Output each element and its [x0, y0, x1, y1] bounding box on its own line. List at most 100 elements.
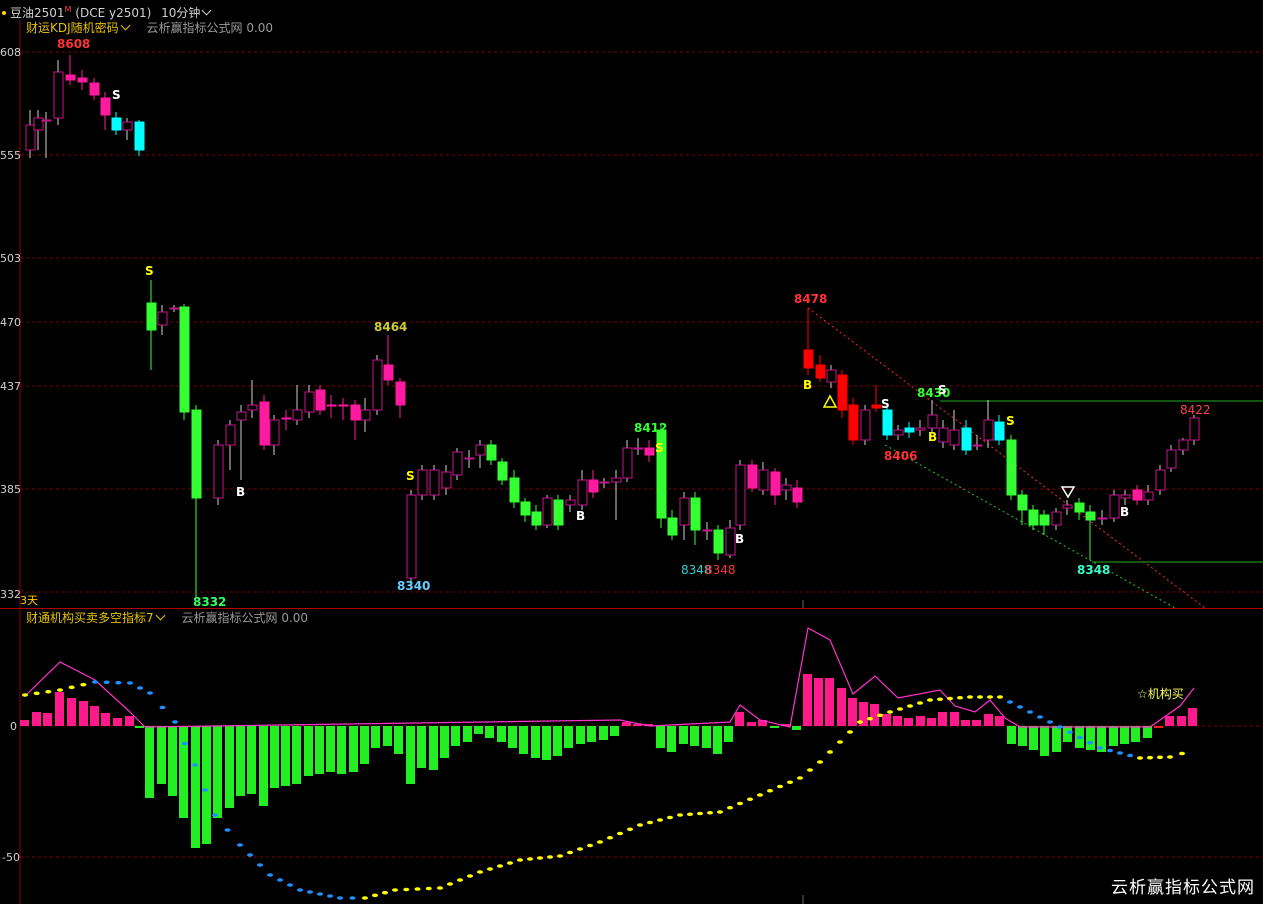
candle-body [848, 404, 859, 441]
signal-dot [33, 691, 40, 696]
indicator-bar [792, 726, 801, 730]
indicator-bar [667, 726, 676, 752]
candle-body [509, 477, 520, 503]
signal-dot [425, 886, 432, 891]
candle-body [1017, 494, 1028, 511]
signal-dot [1127, 753, 1133, 758]
signal-dot [667, 815, 673, 820]
candle-body [904, 427, 915, 433]
buy-signal: B [928, 430, 937, 444]
indicator-bar [542, 726, 551, 760]
signal-dot [1027, 710, 1033, 714]
indicator-bar [961, 720, 970, 726]
signal-dot [159, 705, 166, 710]
candle-body [725, 527, 736, 556]
candle-body [191, 409, 202, 499]
signal-dot [307, 890, 313, 894]
candle-body [89, 82, 100, 96]
signal-dot [927, 698, 933, 702]
candle-body [893, 429, 904, 436]
signal-dot [1097, 746, 1103, 750]
signal-dot [437, 886, 443, 890]
indicator-bar [553, 726, 562, 756]
candle-body [360, 409, 371, 421]
candle-body [1074, 502, 1085, 513]
indicator-bar [508, 726, 517, 748]
candle-body [269, 419, 280, 446]
indicator-bar [814, 678, 823, 726]
candle-body [747, 464, 758, 489]
candle-body [871, 404, 882, 409]
triangle-up-icon [822, 394, 838, 408]
candle-body [475, 444, 486, 456]
indicator-bar [1052, 726, 1061, 752]
signal-dot [857, 720, 863, 724]
indicator-bar [1120, 726, 1129, 744]
sell-signal: S [1006, 414, 1015, 428]
signal-dot [557, 854, 563, 858]
candle-body [949, 429, 960, 446]
chart-canvas[interactable]: 608 555 503 470 437 385 332 0 -50 3天 860… [0, 0, 1263, 904]
indicator-bar [349, 726, 358, 772]
price-label: 8478 [794, 292, 827, 306]
signal-dot [137, 686, 143, 690]
indicator-bar [32, 712, 41, 726]
candle-body [441, 471, 452, 489]
candle-body [915, 427, 926, 431]
candle-body [927, 414, 938, 429]
signal-dot [182, 741, 188, 746]
candle-body [938, 427, 949, 443]
indicator-bar [1018, 726, 1027, 746]
candle-body [633, 447, 644, 450]
candle-body [1166, 449, 1177, 469]
indicator-bar [145, 726, 154, 798]
signal-dot [597, 840, 603, 844]
buy-signal: B [1120, 505, 1129, 519]
signal-dot [717, 810, 723, 814]
candle-body [815, 364, 826, 379]
indicator-bar [270, 726, 279, 788]
y-tick-label: 470 [0, 316, 21, 329]
candle-body [41, 119, 52, 122]
candle-body [531, 511, 542, 526]
signal-dot [247, 853, 253, 857]
y-tick-label: 503 [0, 252, 21, 265]
indicator-bar [1188, 708, 1197, 726]
indicator-bar [576, 726, 585, 744]
candle-body [599, 481, 610, 484]
signal-dot [382, 890, 388, 895]
signal-dot [1167, 755, 1173, 759]
y-tick-label: 385 [0, 483, 21, 496]
signal-dot [937, 697, 943, 702]
indicator-bar [984, 714, 993, 726]
indicator-bar [179, 726, 188, 818]
indicator-bar [315, 726, 324, 774]
indicator-bar [916, 716, 925, 726]
signal-dot [115, 680, 122, 685]
candle-body [588, 479, 599, 493]
sell-signal: S [881, 397, 890, 411]
indicator-bar [938, 712, 947, 726]
indicator-bar [599, 726, 608, 740]
indicator-bar [1154, 726, 1163, 728]
signal-dot [267, 873, 273, 877]
buy-signal: B [735, 532, 744, 546]
signal-dot [507, 861, 513, 865]
signal-dot [977, 695, 983, 699]
price-label: 8464 [374, 320, 407, 334]
indicator-bar [497, 726, 506, 742]
y-tick-label: 608 [0, 46, 21, 59]
signal-dot [202, 788, 208, 792]
sell-signal: S [655, 441, 664, 455]
signal-dot [677, 813, 683, 817]
candle-body [247, 404, 258, 411]
price-label: 8412 [634, 421, 667, 435]
indicator-bar [157, 726, 166, 784]
candle-body [53, 71, 64, 119]
indicator-bar [735, 712, 744, 726]
indicator-bar [337, 726, 346, 774]
signal-dot [847, 730, 853, 734]
indicator-bar [519, 726, 528, 754]
candle-body [770, 471, 781, 496]
candle-body [1028, 509, 1039, 526]
